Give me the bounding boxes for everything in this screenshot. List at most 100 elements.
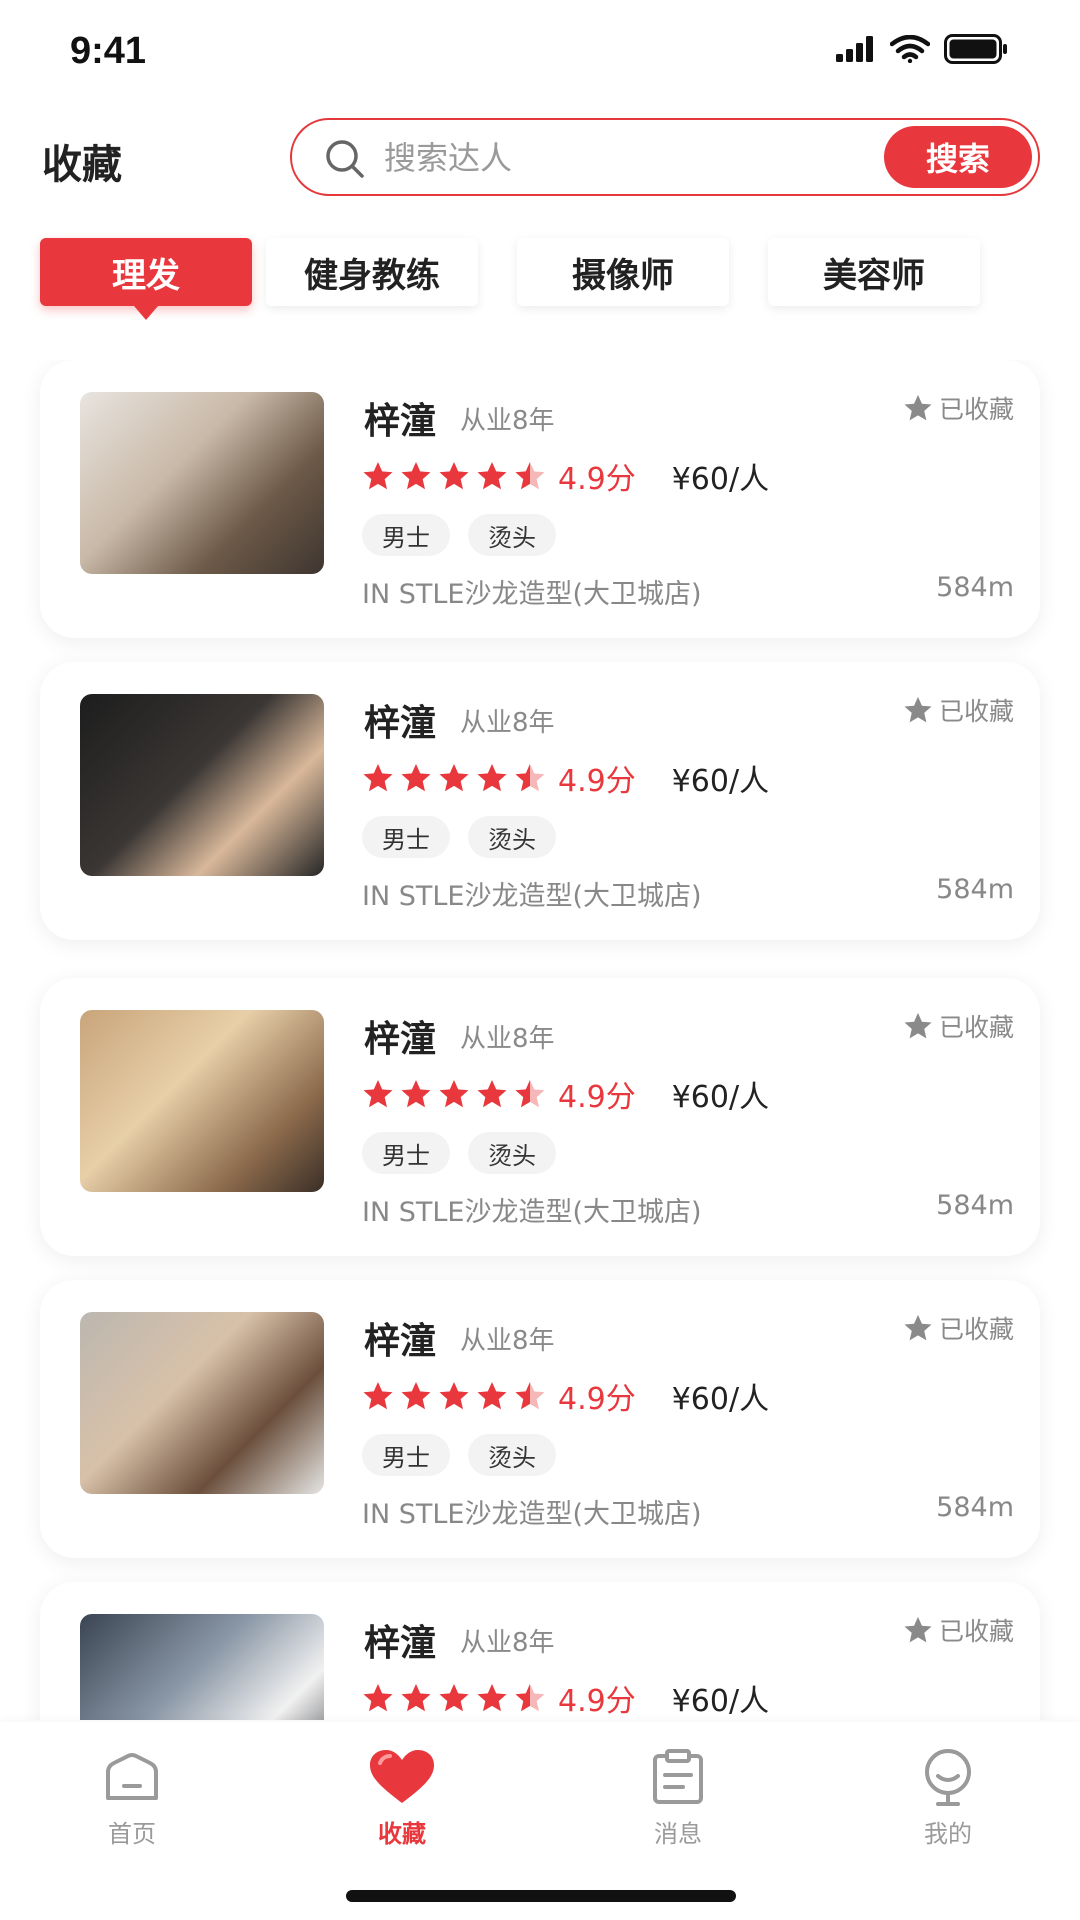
rating-star-icon [515,1080,545,1108]
favorited-toggle[interactable]: 已收藏 [903,692,1014,728]
favorited-toggle[interactable]: 已收藏 [903,390,1014,426]
tag-list: 男士 烫头 [362,816,556,858]
stylist-photo [80,1614,324,1720]
favorite-card[interactable]: 梓潼从业8年已收藏4.9分¥60/人男士烫头IN STLE沙龙造型(大卫城店)5… [40,1582,1040,1720]
favorite-card[interactable]: 梓潼从业8年已收藏4.9分¥60/人男士烫头IN STLE沙龙造型(大卫城店)5… [40,1280,1040,1558]
star-icon [904,394,932,421]
rating-score: 4.9分 [558,764,636,799]
rating-star-icon [439,764,469,792]
rating-star-icon [477,764,507,792]
tab-beautician[interactable]: 美容师 [768,238,980,306]
experience-years: 从业8年 [460,708,555,738]
rating-row: 4.9分 ¥60/人 [362,1374,769,1418]
price: ¥60/人 [671,764,770,799]
experience-years: 从业8年 [460,1628,555,1658]
rating-stars [362,1381,546,1411]
tag: 男士 [362,1434,450,1476]
tag: 男士 [362,816,450,858]
tabbar-item-profile[interactable]: 我的 [868,1746,1028,1849]
favorited-toggle[interactable]: 已收藏 [903,1008,1014,1044]
tag: 烫头 [468,1434,556,1476]
rating-star-icon [477,1382,507,1410]
favorited-label: 已收藏 [938,1617,1014,1646]
star-icon [904,696,932,723]
category-tabs: 理发 健身教练 摄像师 美容师 [0,238,1080,328]
star-icon [904,1012,932,1039]
tag: 烫头 [468,514,556,556]
rating-star-icon [363,1382,393,1410]
tag: 男士 [362,514,450,556]
distance: 584m [936,1190,1014,1221]
search-box[interactable]: 搜索 [290,118,1040,196]
tabbar-label-home: 首页 [108,1820,156,1848]
price: ¥60/人 [671,1684,770,1719]
status-icons [836,34,1008,64]
rating-star-icon [401,462,431,490]
rating-row: 4.9分 ¥60/人 [362,454,769,498]
stylist-name: 梓潼 [364,401,437,442]
tag: 烫头 [468,1132,556,1174]
tab-haircut[interactable]: 理发 [40,238,252,320]
tabbar-item-messages[interactable]: 消息 [598,1746,758,1849]
battery-icon [944,34,1007,64]
search-input[interactable] [384,130,854,186]
heart-icon [370,1750,434,1803]
signal-icon [836,36,873,62]
star-icon [904,1314,932,1341]
tab-photographer[interactable]: 摄像师 [517,238,729,306]
rating-star-icon [363,1684,393,1712]
favorited-toggle[interactable]: 已收藏 [903,1612,1014,1648]
tabbar-label-messages: 消息 [654,1820,702,1848]
rating-stars [362,763,546,793]
stylist-name: 梓潼 [364,703,437,744]
favorited-label: 已收藏 [938,697,1014,726]
home-indicator [346,1890,736,1902]
rating-row: 4.9分 ¥60/人 [362,756,769,800]
experience-years: 从业8年 [460,406,555,436]
tag-list: 男士 烫头 [362,514,556,556]
search-button[interactable]: 搜索 [884,126,1032,188]
header: 收藏 搜索 [0,110,1080,200]
stylist-photo [80,694,324,876]
rating-star-icon [439,1080,469,1108]
rating-star-icon [401,1080,431,1108]
price: ¥60/人 [671,462,770,497]
profile-icon [925,1749,971,1806]
rating-star-icon [401,1684,431,1712]
tabbar-item-home[interactable]: 首页 [52,1746,212,1849]
rating-star-icon [439,1684,469,1712]
rating-star-icon [515,764,545,792]
favorite-card[interactable]: 梓潼从业8年已收藏4.9分¥60/人男士烫头IN STLE沙龙造型(大卫城店)5… [40,360,1040,638]
rating-stars [362,1079,546,1109]
stylist-name: 梓潼 [364,1019,437,1060]
favorite-card[interactable]: 梓潼从业8年已收藏4.9分¥60/人男士烫头IN STLE沙龙造型(大卫城店)5… [40,978,1040,1256]
shop-name: IN STLE沙龙造型(大卫城店) [362,1499,702,1530]
stylist-photo [80,392,324,574]
rating-star-icon [515,1382,545,1410]
distance: 584m [936,1492,1014,1523]
rating-star-icon [401,1382,431,1410]
rating-star-icon [477,1080,507,1108]
tabbar-item-favorites[interactable]: 收藏 [322,1746,482,1849]
tab-fitness-coach[interactable]: 健身教练 [266,238,478,306]
tag-list: 男士 烫头 [362,1434,556,1476]
clipboard-icon [653,1749,703,1804]
rating-score: 4.9分 [558,1382,636,1417]
rating-star-icon [515,1684,545,1712]
status-time: 9:41 [70,30,147,72]
tabbar-label-favorites: 收藏 [378,1820,426,1848]
experience-years: 从业8年 [460,1326,555,1356]
rating-score: 4.9分 [558,462,636,497]
status-bar: 9:41 [0,0,1080,100]
favorite-card[interactable]: 梓潼从业8年已收藏4.9分¥60/人男士烫头IN STLE沙龙造型(大卫城店)5… [40,662,1040,940]
rating-stars [362,461,546,491]
price: ¥60/人 [671,1382,770,1417]
rating-score: 4.9分 [558,1684,636,1719]
rating-star-icon [401,764,431,792]
rating-star-icon [363,764,393,792]
home-icon [106,1753,158,1800]
favorited-toggle[interactable]: 已收藏 [903,1310,1014,1346]
distance: 584m [936,874,1014,905]
star-icon [904,1616,932,1643]
tabbar-label-profile: 我的 [924,1820,972,1848]
